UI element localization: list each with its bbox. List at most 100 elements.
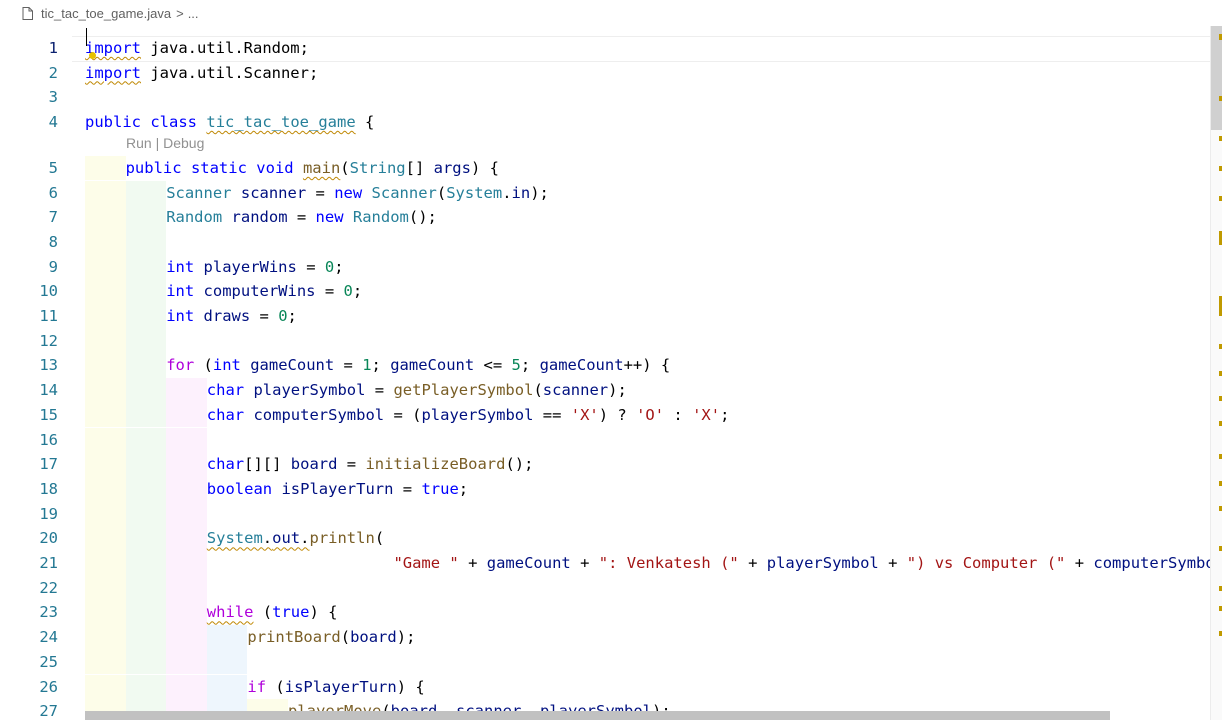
file-icon (22, 6, 33, 20)
vertical-scrollbar[interactable] (1210, 26, 1222, 720)
code-line[interactable]: 18 boolean isPlayerTurn = true; (0, 476, 1210, 502)
code-line[interactable]: 1 import java.util.Random; (0, 36, 1210, 62)
code-line[interactable]: 12 (0, 328, 1210, 354)
code-token: ; (720, 405, 730, 424)
code-line[interactable]: 2 import java.util.Scanner; (0, 61, 1210, 86)
indent-guide (125, 600, 167, 626)
code-token: . (262, 529, 273, 548)
code-token: new (334, 183, 363, 202)
code-line[interactable]: 4 public class tic_tac_toe_game { (0, 110, 1210, 135)
indent-guide (85, 155, 126, 181)
code-token: + (738, 554, 767, 572)
code-line[interactable]: 16 (0, 427, 1210, 453)
line-number: 19 (39, 504, 58, 523)
lightbulb-icon[interactable] (89, 52, 96, 59)
indent-guide (125, 180, 167, 206)
indent-guide (125, 254, 167, 280)
code-token: isPlayerTurn (281, 479, 394, 498)
breadcrumb-separator-icon: > (176, 5, 184, 21)
indent-guide (166, 378, 207, 403)
code-token: + (570, 554, 599, 572)
indent-guide (166, 501, 207, 527)
indent-guide (85, 526, 126, 551)
code-token: . (502, 183, 512, 202)
indent-guide (166, 452, 207, 477)
code-token: int (166, 282, 195, 301)
code-token: ; (520, 356, 540, 375)
code-token: = (315, 282, 344, 301)
indent-guide (85, 205, 126, 230)
code-line[interactable]: 19 (0, 501, 1210, 527)
code-token: while (206, 603, 254, 622)
breadcrumb-file[interactable]: tic_tac_toe_game.java (41, 6, 171, 21)
code-token: gameCount (250, 356, 335, 375)
code-line[interactable]: 24 printBoard(board); (0, 625, 1210, 650)
code-token: computerWins (203, 282, 316, 301)
indent-guide (85, 378, 126, 403)
code-token: Scanner (371, 183, 437, 202)
indent-guide (166, 476, 207, 502)
codelens-debug[interactable]: Debug (163, 135, 204, 151)
code-token: + (458, 554, 487, 572)
code-line[interactable]: 7 Random random = new Random(); (0, 205, 1210, 230)
code-token: out (272, 529, 301, 548)
indent-guide (166, 427, 207, 453)
code-line[interactable]: 11 int draws = 0; (0, 304, 1210, 329)
code-text: char playerSymbol = getPlayerSymbol(scan… (207, 378, 627, 403)
code-token: ( (266, 677, 285, 696)
code-token: 0 (278, 307, 288, 325)
code-line[interactable]: 15 char computerSymbol = (playerSymbol ==… (0, 402, 1210, 428)
indent-guide (125, 625, 167, 650)
code-token: ( (253, 603, 273, 622)
code-line[interactable]: 23 while (true) { (0, 600, 1210, 626)
indent-guide (125, 328, 167, 354)
code-token: 0 (343, 282, 353, 301)
code-line[interactable]: 22 (0, 575, 1210, 601)
codelens-separator: | (151, 134, 164, 151)
code-line[interactable]: 21 "Game " + gameCount + ": Venkatesh ("… (0, 551, 1210, 576)
code-line[interactable]: 13 for (int gameCount = 1; gameCount <= 5… (0, 353, 1210, 379)
code-line[interactable]: 14 char playerSymbol = getPlayerSymbol(sc… (0, 378, 1210, 403)
indent-guide (85, 304, 126, 329)
indent-guide (125, 205, 167, 230)
codelens-run[interactable]: Run (126, 135, 152, 151)
indent-guide (85, 575, 126, 601)
line-number: 26 (39, 677, 58, 696)
horizontal-scrollbar[interactable] (85, 711, 1110, 720)
code-line[interactable]: 17 char[][] board = initializeBoard(); (0, 452, 1210, 477)
line-number: 6 (48, 183, 58, 202)
indent-guide (125, 476, 167, 502)
code-token: { (355, 113, 375, 132)
code-line[interactable]: 20 System.out.println( (0, 526, 1210, 551)
vertical-scrollbar-thumb[interactable] (1211, 26, 1222, 130)
code-editor[interactable]: 1 import java.util.Random; 2 import java.ut… (0, 26, 1210, 720)
indent-guide (166, 526, 207, 551)
code-token: = (337, 455, 366, 474)
code-token: initializeBoard (365, 455, 506, 474)
indent-guide (85, 328, 126, 354)
code-token: board (290, 455, 338, 474)
line-number: 7 (48, 208, 58, 227)
code-line[interactable]: 6 Scanner scanner = new Scanner(System.in… (0, 180, 1210, 206)
code-token: ; (458, 479, 469, 498)
breadcrumb-more[interactable]: ... (188, 6, 199, 21)
code-line[interactable]: 10 int computerWins = 0; (0, 279, 1210, 304)
indent-guide (206, 625, 248, 650)
code-token: playerWins (203, 257, 297, 276)
code-token: int (166, 307, 195, 325)
code-line[interactable]: 3 (0, 85, 1210, 110)
code-token: = (306, 183, 335, 202)
indent-guide (85, 674, 126, 700)
code-line[interactable]: 26 if (isPlayerTurn) { (0, 674, 1210, 700)
code-line[interactable]: 9 int playerWins = 0; (0, 254, 1210, 280)
code-token: new (315, 208, 344, 227)
code-line[interactable]: 5 public static void main(String[] args) … (0, 155, 1210, 181)
code-line[interactable]: 25 (0, 649, 1210, 675)
code-token: printBoard (247, 628, 341, 647)
code-token: computerSymbol (1093, 554, 1210, 572)
code-token: public (85, 113, 141, 132)
code-token: public (125, 158, 182, 177)
indent-guide (125, 304, 167, 329)
code-line[interactable]: 8 (0, 229, 1210, 255)
